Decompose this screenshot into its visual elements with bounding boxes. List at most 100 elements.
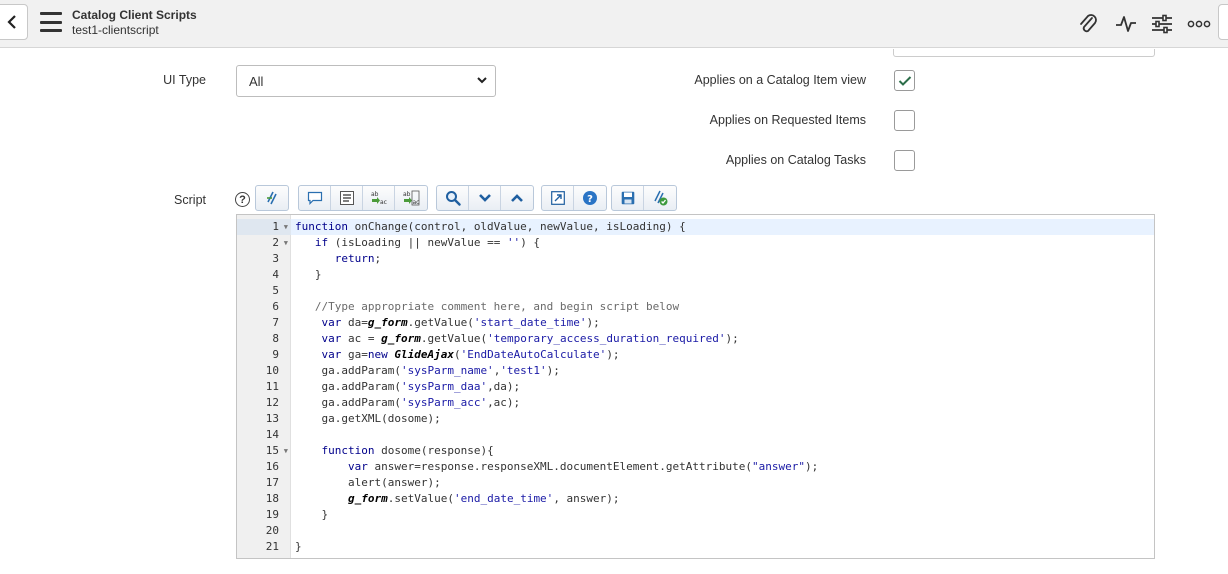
code-line[interactable]: 14	[237, 427, 1154, 443]
script-help-icon[interactable]: ?	[235, 192, 250, 207]
previous-match-button[interactable]	[501, 186, 533, 210]
svg-text:ac: ac	[380, 199, 387, 206]
svg-text:?: ?	[587, 194, 593, 205]
toolbar-group-check	[255, 185, 289, 211]
code-line[interactable]: 15 ▼ function dosome(response){	[237, 443, 1154, 459]
script-editor[interactable]: 1 ▼ function onChange(control, oldValue, n…	[236, 214, 1155, 559]
line-number-text: 5	[272, 284, 279, 297]
svg-text:ac: ac	[413, 199, 420, 206]
line-number: 10	[237, 363, 291, 379]
title-block: Catalog Client Scripts test1-clientscrip…	[72, 8, 197, 37]
format-icon	[339, 191, 354, 205]
line-number: 3	[237, 251, 291, 267]
line-number: 8	[237, 331, 291, 347]
syntax-check-button[interactable]	[256, 186, 288, 210]
ui-type-select[interactable]: All	[236, 65, 496, 97]
line-number: 14	[237, 427, 291, 443]
code-text: }	[295, 508, 329, 521]
checkmark-icon	[898, 75, 911, 86]
line-number-text: 13	[265, 412, 279, 425]
previous-icon	[511, 194, 523, 202]
code-line[interactable]: 20	[237, 523, 1154, 539]
toolbar-group-edit: ab ac ab ac	[298, 185, 428, 211]
line-number-text: 15	[265, 444, 279, 457]
replace-button[interactable]: ab ac	[363, 186, 395, 210]
code-line[interactable]: 5	[237, 283, 1154, 299]
applies-catalog-tasks-label: Applies on Catalog Tasks	[725, 153, 866, 167]
applies-requested-items-checkbox[interactable]	[894, 110, 915, 131]
line-number: 1 ▼	[237, 219, 291, 235]
chevron-down-icon	[477, 77, 487, 84]
code-text: var da=g_form.getValue('start_date_time'…	[321, 316, 600, 329]
code-line[interactable]: 16 var answer=response.responseXML.docum…	[237, 459, 1154, 475]
save-button[interactable]	[612, 186, 644, 210]
applies-requested-items-label: Applies on Requested Items	[709, 113, 866, 127]
code-line[interactable]: 13 ga.getXML(dosome);	[237, 411, 1154, 427]
line-number-text: 12	[265, 396, 279, 409]
code-line[interactable]: 21}	[237, 539, 1154, 555]
activity-icon[interactable]	[1114, 12, 1138, 36]
applies-catalog-item-checkbox[interactable]	[894, 70, 915, 91]
fold-arrow-icon[interactable]: ▼	[284, 443, 288, 459]
line-number-text: 2	[272, 236, 279, 249]
line-number: 6	[237, 299, 291, 315]
svg-text:ab: ab	[371, 191, 379, 198]
code-line[interactable]: 10 ga.addParam('sysParm_name','test1');	[237, 363, 1154, 379]
line-number-text: 21	[265, 540, 279, 553]
code-line[interactable]: 18 g_form.setValue('end_date_time', answ…	[237, 491, 1154, 507]
replace-all-button[interactable]: ab ac	[395, 186, 427, 210]
comment-button[interactable]	[299, 186, 331, 210]
line-number-text: 7	[272, 316, 279, 329]
chevron-left-icon	[7, 15, 16, 29]
code-line[interactable]: 7 var da=g_form.getValue('start_date_tim…	[237, 315, 1154, 331]
code-line[interactable]: 17 alert(answer);	[237, 475, 1154, 491]
line-number-text: 14	[265, 428, 279, 441]
syntax-check-icon	[267, 191, 277, 205]
code-text: ga.addParam('sysParm_acc',ac);	[295, 396, 521, 409]
more-icon[interactable]	[1187, 12, 1211, 36]
applies-catalog-tasks-checkbox[interactable]	[894, 150, 915, 171]
line-number-text: 4	[272, 268, 279, 281]
code-line[interactable]: 8 var ac = g_form.getValue('temporary_ac…	[237, 331, 1154, 347]
code-line[interactable]: 1 ▼ function onChange(control, oldValue, n…	[237, 219, 1154, 235]
line-number-text: 8	[272, 332, 279, 345]
line-number-text: 19	[265, 508, 279, 521]
line-number-text: 18	[265, 492, 279, 505]
code-line[interactable]: 4 }	[237, 267, 1154, 283]
ui-type-label: UI Type	[163, 73, 206, 87]
line-number: 15 ▼	[237, 443, 291, 459]
code-text: var ac = g_form.getValue('temporary_acce…	[321, 332, 739, 345]
code-line[interactable]: 3 return;	[237, 251, 1154, 267]
sliders-icon[interactable]	[1150, 12, 1174, 36]
next-match-button[interactable]	[469, 186, 501, 210]
line-number: 18	[237, 491, 291, 507]
code-line[interactable]: 2 ▼ if (isLoading || newValue == '') {	[237, 235, 1154, 251]
fold-arrow-icon[interactable]: ▼	[284, 235, 288, 251]
code-line[interactable]: 9 var ga=new GlideAjax('EndDateAutoCalcu…	[237, 347, 1154, 363]
ui-type-value: All	[249, 74, 264, 89]
code-line[interactable]: 11 ga.addParam('sysParm_daa',da);	[237, 379, 1154, 395]
code-line[interactable]: 19 }	[237, 507, 1154, 523]
line-number: 21	[237, 539, 291, 555]
line-number: 12	[237, 395, 291, 411]
line-number: 4	[237, 267, 291, 283]
paperclip-icon[interactable]	[1076, 12, 1100, 36]
fullscreen-button[interactable]	[542, 186, 574, 210]
hamburger-menu-icon[interactable]	[40, 12, 62, 32]
header-edge-button[interactable]	[1218, 4, 1228, 40]
search-icon	[445, 191, 461, 206]
back-button[interactable]	[0, 4, 28, 40]
line-number: 17	[237, 475, 291, 491]
code-line[interactable]: 12 ga.addParam('sysParm_acc',ac);	[237, 395, 1154, 411]
code-text: ga.getXML(dosome);	[295, 412, 441, 425]
format-button[interactable]	[331, 186, 363, 210]
code-line[interactable]: 6 //Type appropriate comment here, and b…	[237, 299, 1154, 315]
line-number-text: 20	[265, 524, 279, 537]
code-text: //Type appropriate comment here, and beg…	[295, 300, 680, 313]
code-text: return;	[334, 252, 382, 265]
editor-help-button[interactable]: ?	[574, 186, 606, 210]
fold-arrow-icon[interactable]: ▼	[284, 219, 288, 235]
record-name: test1-clientscript	[72, 23, 159, 37]
search-button[interactable]	[437, 186, 469, 210]
validate-button[interactable]	[644, 186, 676, 210]
